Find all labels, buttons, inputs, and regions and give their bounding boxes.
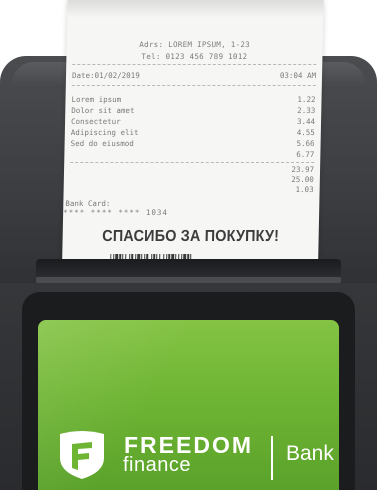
receipt-item-row: Dolor sit amet 2.33 — [71, 105, 315, 116]
receipt-item-price: 4.55 — [296, 128, 315, 137]
receipt-item-price: 6.77 — [296, 150, 315, 159]
receipt-slot — [36, 259, 341, 279]
receipt-thanks-text: СПАСИБО ЗА ПОКУПКУ! — [102, 228, 280, 245]
receipt-item-row: 6.77 — [70, 149, 314, 160]
receipt-card-number: **** **** **** 1034 — [63, 208, 169, 217]
brand-finance-text: finance — [123, 454, 191, 476]
receipt-item-row: Consectetur 3.44 — [71, 116, 315, 127]
receipt-item-name: Dolor sit amet — [71, 106, 135, 115]
receipt-divider — [72, 64, 317, 65]
receipt-address: Adrs: LOREM IPSUM, 1-23 — [139, 40, 251, 49]
receipt-item-name: Consectetur — [70, 117, 121, 126]
receipt-total-value: 1.03 — [295, 185, 314, 194]
receipt: Adrs: LOREM IPSUM, 1-23 Tel: 0123 456 78… — [62, 0, 324, 268]
receipt-totals: 23.97 25.00 1.03 — [70, 162, 315, 195]
freedom-finance-logo-icon — [60, 431, 104, 479]
receipt-item-price: 2.33 — [297, 106, 316, 115]
receipt-item-row: Lorem ipsum 1.22 — [71, 94, 315, 105]
receipt-item-name: Sed do eiusmod — [70, 139, 134, 148]
receipt-divider — [70, 162, 315, 163]
receipt-item-row: Adipiscing elit 4.55 — [71, 127, 315, 138]
receipt-tel: Tel: 0123 456 789 1012 — [141, 52, 248, 61]
receipt-date: Date:01/02/2019 — [71, 71, 140, 80]
receipt-item-row: Sed do eiusmod 5.66 — [70, 138, 315, 149]
receipt-time: 03:04 AM — [279, 71, 317, 80]
receipt-fold — [67, 0, 324, 18]
receipt-divider — [71, 85, 316, 86]
receipt-card-label: Bank Card: — [65, 199, 111, 208]
receipt-item-price: 1.22 — [297, 95, 316, 104]
pos-terminal-scene: Adrs: LOREM IPSUM, 1-23 Tel: 0123 456 78… — [0, 0, 377, 490]
receipt-total-value: 23.97 — [291, 165, 315, 174]
receipt-item-price: 3.44 — [296, 117, 316, 126]
receipt-item-price: 5.66 — [296, 139, 315, 148]
receipt-total-value: 25.00 — [291, 175, 314, 184]
receipt-item-name: Adipiscing elit — [70, 128, 139, 137]
receipt-items: Lorem ipsum 1.22 Dolor sit amet 2.33 Consect… — [70, 94, 316, 160]
receipt-item-name: Lorem ipsum — [71, 95, 122, 104]
brand-bank-text: Bank — [286, 442, 334, 465]
brand-separator — [271, 436, 273, 480]
receipt-datetime-row: Date:01/02/2019 03:04 AM — [72, 71, 316, 80]
